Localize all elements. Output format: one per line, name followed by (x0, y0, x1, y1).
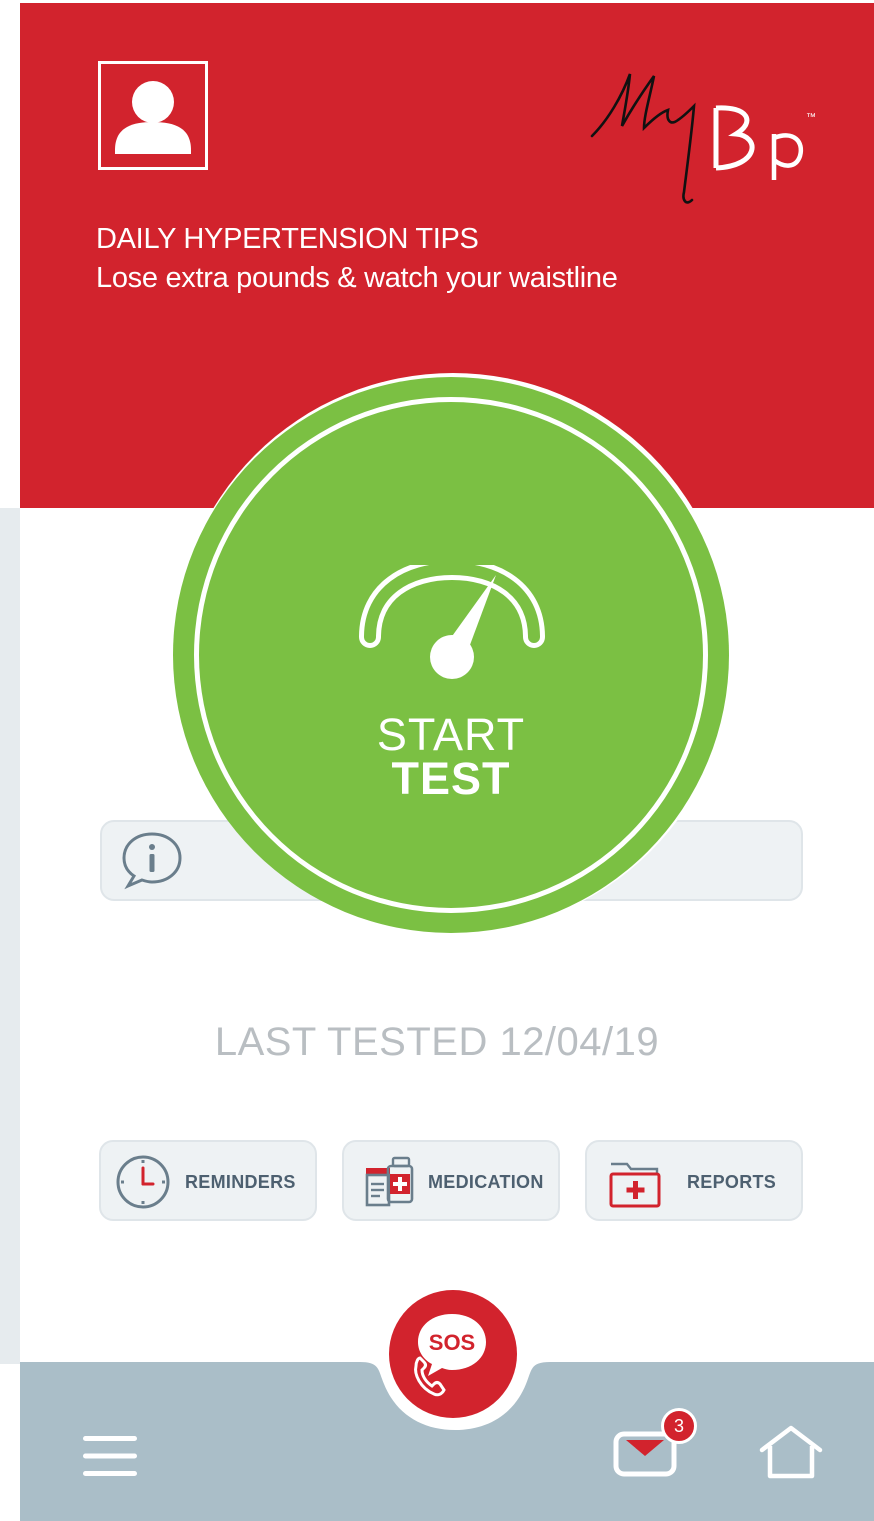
reminders-button[interactable]: REMINDERS (99, 1140, 317, 1221)
test-label[interactable]: TEST (173, 753, 729, 805)
medication-button[interactable]: MEDICATION (342, 1140, 560, 1221)
tips-title: DAILY HYPERTENSION TIPS (96, 223, 479, 255)
sos-label: SOS (429, 1330, 475, 1355)
tips-text[interactable]: Lose extra pounds & watch your waistline (96, 262, 618, 295)
mail-count-badge: 3 (661, 1408, 697, 1444)
mybp-logo: ™ (588, 60, 828, 210)
reports-folder-icon (609, 1162, 661, 1208)
left-edge-strip (0, 508, 20, 1364)
hamburger-menu-icon[interactable] (83, 1434, 137, 1478)
medication-icon (365, 1156, 414, 1207)
last-tested-text: LAST TESTED 12/04/19 (214, 1020, 660, 1064)
home-screen: ™ DAILY HYPERTENSION TIPS Lose extra pou… (0, 0, 874, 1521)
gauge-icon (359, 565, 545, 679)
sos-call-icon[interactable]: SOS (400, 1300, 504, 1404)
trademark-symbol: ™ (806, 112, 816, 123)
reports-label: REPORTS (687, 1172, 777, 1192)
info-chat-icon[interactable] (120, 830, 184, 890)
medication-label: MEDICATION (428, 1172, 544, 1192)
user-icon (115, 81, 191, 154)
reminders-label: REMINDERS (185, 1172, 296, 1192)
clock-icon (116, 1155, 170, 1209)
profile-avatar-button[interactable] (98, 61, 208, 170)
home-icon[interactable] (758, 1424, 824, 1480)
reports-button[interactable]: REPORTS (585, 1140, 803, 1221)
